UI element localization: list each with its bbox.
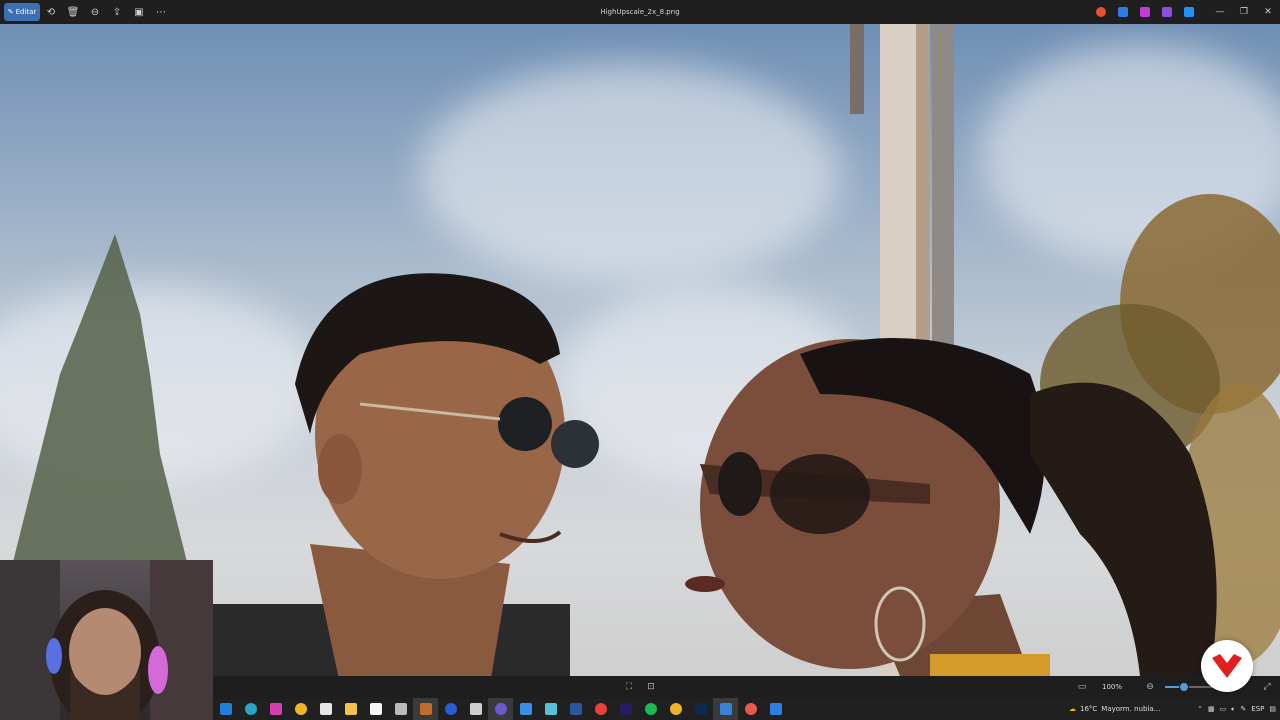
app-icon-5[interactable] xyxy=(1178,0,1200,24)
viewer-toolbar: ⛶ ⊡ ▭ 100% ⊖ ⤢ xyxy=(213,676,1280,698)
task-app-10[interactable] xyxy=(438,698,463,720)
actual-size-icon[interactable]: ⊡ xyxy=(644,680,658,694)
woman-figure xyxy=(685,338,1217,676)
app-icon-1[interactable] xyxy=(1090,0,1112,24)
minimize-icon[interactable]: — xyxy=(1208,0,1232,24)
task-app-photos[interactable] xyxy=(713,698,738,720)
close-icon[interactable]: ✕ xyxy=(1256,0,1280,24)
weather-icon: ☁ xyxy=(1069,705,1076,713)
rotate-icon[interactable]: ⟲ xyxy=(40,2,62,22)
chevron-up-icon[interactable]: ⌃ xyxy=(1197,705,1203,713)
brand-logo-icon xyxy=(1212,654,1242,678)
streamer-figure xyxy=(0,560,213,720)
network-icon[interactable]: ▦ xyxy=(1208,705,1215,713)
gallery-icon[interactable]: ▣ xyxy=(128,2,150,22)
maximize-icon[interactable]: ❐ xyxy=(1232,0,1256,24)
more-icon[interactable]: ⋯ xyxy=(150,2,172,22)
task-app-11[interactable] xyxy=(463,698,488,720)
task-app-chrome[interactable] xyxy=(288,698,313,720)
edit-label: Editar xyxy=(15,8,37,16)
edit-icon: ✎ xyxy=(7,8,14,16)
weather-text: Mayorm. nubla... xyxy=(1101,705,1161,713)
taskbar: ☁ 16°C Mayorm. nubla... ⌃ ▦ ▭ 🔈︎ ✎ ESP ▤ xyxy=(213,698,1280,720)
man-figure xyxy=(210,273,599,676)
zoom-slider-thumb[interactable] xyxy=(1178,682,1189,692)
edit-button[interactable]: ✎ Editar xyxy=(4,3,40,21)
task-app-premiere[interactable] xyxy=(613,698,638,720)
volume-icon[interactable]: 🔈︎ xyxy=(1231,705,1235,714)
title-bar: ✎ Editar ⟲ 🗑︎ ⊖ ⇪ ▣ ⋯ HighUpscale_2x_8.p… xyxy=(0,0,1280,24)
task-app-23[interactable] xyxy=(763,698,788,720)
fit-screen-icon[interactable]: ⛶ xyxy=(622,680,636,694)
system-tray: ⌃ ▦ ▭ 🔈︎ ✎ ESP ▤ xyxy=(1197,698,1276,720)
app-icon-2[interactable] xyxy=(1112,0,1134,24)
zoom-level[interactable]: 100% xyxy=(1097,679,1127,695)
brand-logo xyxy=(1201,640,1253,692)
task-app-22[interactable] xyxy=(738,698,763,720)
app-icon-3[interactable] xyxy=(1134,0,1156,24)
task-app-photoshop[interactable] xyxy=(688,698,713,720)
crop-icon[interactable]: ⊖ xyxy=(84,2,106,22)
file-name: HighUpscale_2x_8.png xyxy=(600,8,680,16)
battery-icon[interactable]: ▭ xyxy=(1220,705,1227,713)
webcam-overlay xyxy=(0,560,213,720)
task-app-3[interactable] xyxy=(263,698,288,720)
task-app-14[interactable] xyxy=(538,698,563,720)
task-app-12[interactable] xyxy=(488,698,513,720)
task-app-calendar[interactable] xyxy=(413,698,438,720)
weather-temp: 16°C xyxy=(1080,705,1098,713)
delete-icon[interactable]: 🗑︎ xyxy=(62,2,84,22)
task-app-8[interactable] xyxy=(388,698,413,720)
task-app-edge[interactable] xyxy=(238,698,263,720)
task-app-explorer[interactable] xyxy=(338,698,363,720)
share-icon[interactable]: ⇪ xyxy=(106,2,128,22)
task-app-chrome-3[interactable] xyxy=(663,698,688,720)
task-app-mail[interactable] xyxy=(213,698,238,720)
expand-icon[interactable]: ⤢ xyxy=(1260,680,1274,694)
pen-icon[interactable]: ✎ xyxy=(1240,705,1246,713)
weather-widget[interactable]: ☁ 16°C Mayorm. nubla... xyxy=(1069,698,1160,720)
task-app-chrome-2[interactable] xyxy=(588,698,613,720)
task-app-spotify[interactable] xyxy=(638,698,663,720)
app-icon-4[interactable] xyxy=(1156,0,1178,24)
frame-icon[interactable]: ▭ xyxy=(1075,680,1089,694)
language-indicator[interactable]: ESP xyxy=(1251,705,1264,713)
notification-icon[interactable]: ▤ xyxy=(1269,705,1276,713)
zoom-out-icon[interactable]: ⊖ xyxy=(1143,680,1157,694)
task-app-word[interactable] xyxy=(563,698,588,720)
task-app-13[interactable] xyxy=(513,698,538,720)
task-app-notion[interactable] xyxy=(363,698,388,720)
task-app-5[interactable] xyxy=(313,698,338,720)
